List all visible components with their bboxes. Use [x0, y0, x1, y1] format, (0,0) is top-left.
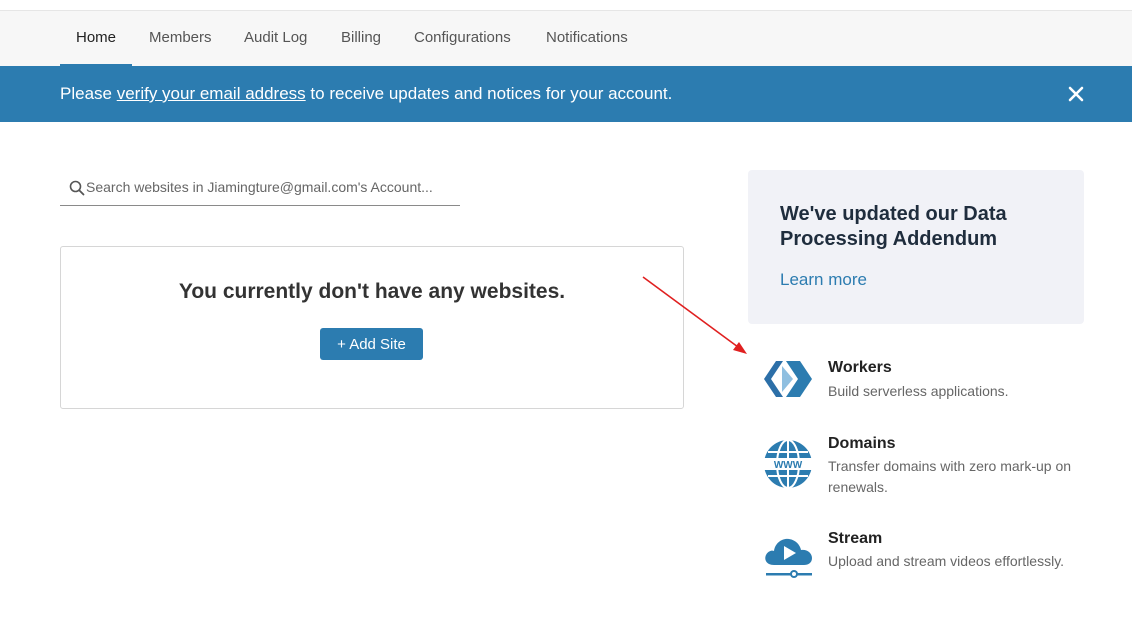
tab-home[interactable]: Home [60, 11, 133, 67]
svg-text:WWW: WWW [774, 460, 803, 471]
search-icon [69, 180, 85, 196]
product-stream[interactable]: Stream Upload and stream videos effortle… [760, 529, 1090, 593]
product-desc-domains: Transfer domains with zero mark-up on re… [828, 458, 1072, 495]
workers-icon [760, 358, 816, 414]
tab-configurations[interactable]: Configurations [414, 11, 511, 67]
product-desc-stream: Upload and stream videos effortlessly. [828, 553, 1065, 569]
tab-members[interactable]: Members [149, 11, 212, 67]
top-navigation: Home Members Audit Log Billing Configura… [0, 10, 1132, 67]
empty-state-title: You currently don't have any websites. [178, 280, 566, 303]
cloud-play-icon [760, 529, 816, 585]
globe-www-icon: WWW [760, 434, 816, 490]
search-input[interactable] [86, 176, 456, 198]
product-domains[interactable]: WWW Domains Transfer domains with zero m… [760, 434, 1090, 498]
verify-email-link[interactable]: verify your email address [117, 84, 306, 103]
verify-email-banner: Please verify your email address to rece… [0, 66, 1132, 122]
search-box [60, 170, 460, 206]
promo-title: We've updated our Data Processing Addend… [780, 203, 1007, 250]
tab-notifications[interactable]: Notifications [546, 11, 628, 67]
banner-suffix: to receive updates and notices for your … [310, 84, 673, 103]
close-icon[interactable] [1066, 84, 1086, 104]
empty-websites-card: You currently don't have any websites. +… [60, 246, 684, 409]
product-name-workers: Workers [828, 359, 892, 376]
tab-billing[interactable]: Billing [341, 11, 381, 67]
add-site-button[interactable]: + Add Site [320, 328, 423, 360]
product-name-domains: Domains [828, 435, 896, 452]
banner-message: Please verify your email address to rece… [60, 66, 672, 122]
product-name-stream: Stream [828, 530, 883, 547]
product-desc-workers: Build serverless applications. [828, 383, 1009, 399]
product-workers[interactable]: Workers Build serverless applications. [760, 358, 1090, 408]
learn-more-link[interactable]: Learn more [780, 270, 867, 290]
banner-prefix: Please [60, 84, 112, 103]
dpa-promo-card: We've updated our Data Processing Addend… [748, 170, 1084, 324]
tab-audit-log[interactable]: Audit Log [244, 11, 307, 67]
